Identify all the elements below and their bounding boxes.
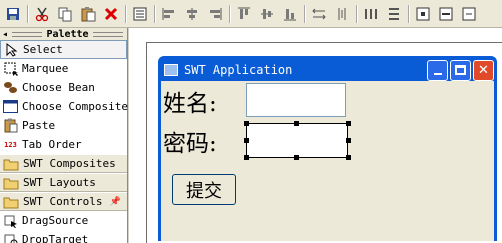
resize-handle[interactable] <box>346 138 351 143</box>
close-button[interactable]: ✕ <box>473 59 494 81</box>
match-height-icon[interactable] <box>331 3 353 25</box>
palette-tool-label: Select <box>23 43 63 56</box>
palette-tool-label: Choose Bean <box>22 81 95 94</box>
palette-tool-label: DragSource <box>22 214 89 227</box>
match-width-icon[interactable] <box>308 3 330 25</box>
arrow-icon <box>4 42 19 57</box>
paste-icon[interactable] <box>77 3 99 25</box>
close-icon: ✕ <box>478 62 489 78</box>
palette-tool-label: Tab Order <box>22 138 82 151</box>
composite-icon <box>3 99 18 114</box>
toolbar-separator <box>152 4 158 24</box>
window-client-area: 姓名: 密码: 提交 <box>161 81 494 241</box>
folder-icon <box>3 157 19 171</box>
distribute-vertical-icon[interactable] <box>383 3 405 25</box>
distribute-horizontal-icon[interactable] <box>360 3 382 25</box>
name-input[interactable] <box>246 83 346 117</box>
resize-handle[interactable] <box>244 155 249 160</box>
pin-icon[interactable]: 📌 <box>110 197 121 207</box>
palette-grip <box>92 31 123 37</box>
palette-drawer-swt-controls[interactable]: SWT Controls 📌 <box>0 192 127 211</box>
toolbar-separator <box>406 4 412 24</box>
toolbar-separator <box>227 4 233 24</box>
toolbar <box>0 0 502 28</box>
palette-tool-tab-order[interactable]: 123 Tab Order <box>0 135 127 154</box>
palette-header[interactable]: ◂ Palette <box>0 28 127 40</box>
center-vertical-icon[interactable] <box>435 3 457 25</box>
palette-tool-label: Marquee <box>22 62 69 75</box>
window-titlebar[interactable]: SWT Application ✕ <box>161 59 494 81</box>
toolbar-separator <box>354 4 360 24</box>
resize-handle[interactable] <box>346 121 351 126</box>
drop-target-icon <box>3 232 18 243</box>
name-label: 姓名: <box>163 91 217 117</box>
palette-drawer-label: SWT Composites <box>23 157 116 170</box>
save-icon[interactable] <box>2 3 24 25</box>
resize-handle[interactable] <box>244 138 249 143</box>
cut-icon[interactable] <box>31 3 53 25</box>
align-top-icon[interactable] <box>233 3 255 25</box>
align-center-icon[interactable] <box>181 3 203 25</box>
palette-tool-drop-target[interactable]: DropTarget <box>0 230 127 243</box>
marquee-icon <box>3 61 18 76</box>
resize-handle[interactable] <box>294 121 299 126</box>
palette-tool-marquee[interactable]: Marquee <box>0 59 127 78</box>
palette-collapse-icon[interactable]: ◂ <box>2 29 8 40</box>
palette-title: Palette <box>46 28 89 40</box>
palette-tool-label: Paste <box>22 119 56 132</box>
selection-outline <box>246 123 348 158</box>
palette-tool-choose-bean[interactable]: Choose Bean <box>0 78 127 97</box>
window-icon <box>164 64 178 76</box>
password-label: 密码: <box>163 131 217 157</box>
resize-handle[interactable] <box>244 121 249 126</box>
delete-icon[interactable] <box>100 3 122 25</box>
palette-drawer-swt-composites[interactable]: SWT Composites <box>0 154 127 173</box>
resize-handle[interactable] <box>346 155 351 160</box>
maximize-icon <box>455 65 466 75</box>
align-right-icon[interactable] <box>204 3 226 25</box>
paste-icon <box>3 118 18 133</box>
palette-tool-select[interactable]: Select <box>0 40 127 59</box>
palette: ◂ Palette Select Marquee Choose Bean Cho… <box>0 28 128 243</box>
drag-source-icon <box>3 213 18 228</box>
window-title: SWT Application <box>184 63 293 77</box>
palette-tool-choose-composite[interactable]: Choose Composite <box>0 97 128 116</box>
swt-application-window[interactable]: SWT Application ✕ 姓名: 密码: 提交 <box>158 56 497 241</box>
folder-open-icon <box>3 195 19 209</box>
copy-icon[interactable] <box>54 3 76 25</box>
tab-order-numbers: 123 <box>4 140 17 149</box>
palette-drawer-label: SWT Controls <box>23 195 103 208</box>
folder-icon <box>3 176 19 190</box>
palette-tool-label: Choose Composite <box>22 100 128 113</box>
palette-drawer-swt-layouts[interactable]: SWT Layouts <box>0 173 127 192</box>
test-icon[interactable] <box>458 3 480 25</box>
tab-order-icon: 123 <box>3 137 18 152</box>
bean-icon <box>3 80 18 95</box>
center-horizontal-icon[interactable] <box>412 3 434 25</box>
toolbar-separator <box>123 4 129 24</box>
minimize-button[interactable] <box>427 59 448 81</box>
palette-tool-drag-source[interactable]: DragSource <box>0 211 127 230</box>
align-bottom-icon[interactable] <box>279 3 301 25</box>
palette-tool-label: DropTarget <box>22 233 89 243</box>
submit-button[interactable]: 提交 <box>172 174 236 205</box>
palette-drawer-label: SWT Layouts <box>23 176 96 189</box>
resize-handle[interactable] <box>294 155 299 160</box>
palette-grip <box>12 31 43 37</box>
toolbar-separator <box>302 4 308 24</box>
properties-icon[interactable] <box>129 3 151 25</box>
palette-tool-paste[interactable]: Paste <box>0 116 127 135</box>
align-left-icon[interactable] <box>158 3 180 25</box>
maximize-button[interactable] <box>450 59 471 81</box>
minimize-icon <box>433 73 442 75</box>
toolbar-separator <box>25 4 31 24</box>
align-middle-icon[interactable] <box>256 3 278 25</box>
